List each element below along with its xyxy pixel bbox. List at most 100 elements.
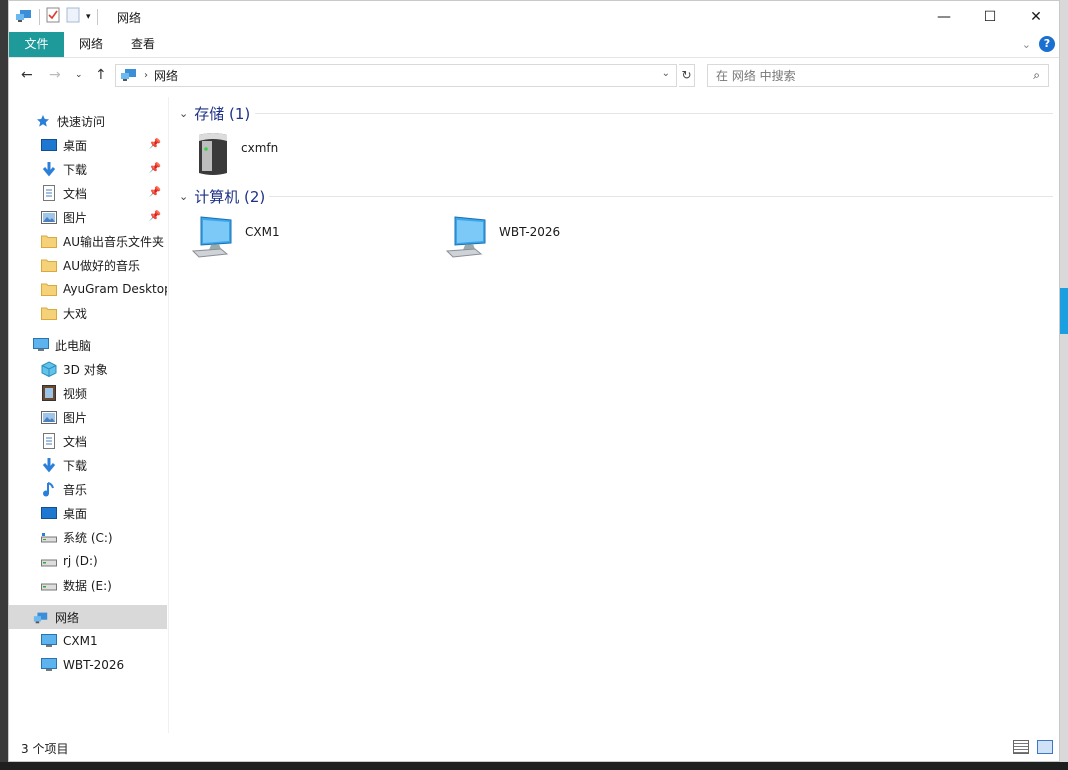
group-header-storage[interactable]: ⌄ 存储 (1): [179, 103, 250, 124]
nav-quick-folder-daxi[interactable]: 大戏: [9, 301, 167, 325]
forward-arrow-icon[interactable]: →: [49, 67, 61, 83]
tab-file[interactable]: 文件: [9, 32, 64, 57]
download-icon: [41, 161, 57, 177]
nav-pc-music[interactable]: 音乐: [9, 477, 167, 501]
nav-label: AyuGram Desktop: [63, 282, 167, 296]
nav-pc-drive-d[interactable]: rj (D:): [9, 549, 167, 573]
nav-label: WBT-2026: [63, 658, 125, 672]
status-bar: 3 个项目: [9, 735, 1059, 761]
music-icon: [41, 481, 57, 497]
star-icon: [35, 113, 51, 129]
nav-label: 文档: [63, 186, 88, 201]
nav-quick-access[interactable]: 快速访问: [9, 109, 167, 133]
nav-quick-folder-ayugram[interactable]: AyuGram Desktop: [9, 277, 167, 301]
large-icons-view-icon[interactable]: [1037, 740, 1053, 754]
search-icon[interactable]: ⌕: [1033, 68, 1040, 83]
nav-network[interactable]: 网络: [9, 605, 167, 629]
nav-pc-pictures[interactable]: 图片: [9, 405, 167, 429]
properties-icon[interactable]: [46, 7, 60, 26]
item-label: cxmfn: [241, 141, 279, 155]
item-label: WBT-2026: [499, 225, 561, 239]
drive-icon: [41, 577, 57, 593]
collapse-chevron-icon[interactable]: ⌄: [179, 107, 188, 120]
nav-quick-documents[interactable]: 文档 📌: [9, 181, 167, 205]
nav-label: 下载: [63, 458, 88, 473]
window-title: 网络: [117, 11, 142, 25]
nav-label: 桌面: [63, 506, 88, 521]
new-folder-icon[interactable]: [66, 7, 80, 26]
nav-network-wbt-2026[interactable]: WBT-2026: [9, 653, 167, 677]
nav-label: CXM1: [63, 634, 98, 648]
network-app-icon: [15, 7, 33, 26]
pin-icon[interactable]: 📌: [149, 139, 161, 150]
recent-locations-icon[interactable]: ⌄: [75, 70, 83, 80]
collapse-chevron-icon[interactable]: ⌄: [179, 190, 188, 203]
item-count: 3 个项目: [21, 741, 69, 756]
group-title: 存储 (1): [194, 105, 251, 123]
minimize-button[interactable]: —: [921, 1, 967, 32]
nav-quick-folder-au-done[interactable]: AU做好的音乐: [9, 253, 167, 277]
computer-icon: [41, 657, 57, 673]
computer-icon: [41, 633, 57, 649]
nav-quick-downloads[interactable]: 下载 📌: [9, 157, 167, 181]
customize-toolbar-icon[interactable]: ▾: [86, 12, 91, 22]
nav-pc-drive-e[interactable]: 数据 (E:): [9, 573, 167, 597]
details-view-icon[interactable]: [1013, 740, 1029, 754]
pin-icon[interactable]: 📌: [149, 211, 161, 222]
expand-ribbon-icon[interactable]: ⌄: [1022, 38, 1031, 51]
network-computer-icon: [191, 215, 237, 262]
up-arrow-icon[interactable]: ↑: [95, 67, 107, 83]
maximize-button[interactable]: ☐: [967, 1, 1013, 32]
this-pc-icon: [33, 337, 49, 353]
address-dropdown-icon[interactable]: ⌄: [662, 68, 670, 79]
picture-icon: [41, 409, 57, 425]
close-button[interactable]: ✕: [1013, 1, 1059, 32]
picture-icon: [41, 209, 57, 225]
network-item-wbt-2026[interactable]: WBT-2026: [445, 215, 560, 262]
nav-this-pc[interactable]: 此电脑: [9, 333, 167, 357]
3d-objects-icon: [41, 361, 57, 377]
breadcrumb-network[interactable]: 网络: [154, 67, 178, 84]
nav-label: 音乐: [63, 482, 88, 497]
help-icon[interactable]: ?: [1039, 36, 1055, 52]
desktop-background-right: [1060, 0, 1068, 770]
quick-access-toolbar: ▾: [15, 7, 98, 26]
nav-label: 图片: [63, 410, 88, 425]
refresh-icon[interactable]: ↻: [679, 64, 695, 87]
nav-pc-videos[interactable]: 视频: [9, 381, 167, 405]
back-arrow-icon[interactable]: ←: [21, 67, 33, 83]
nav-label: 3D 对象: [63, 362, 108, 377]
tab-view[interactable]: 查看: [121, 32, 165, 57]
nav-label: AU做好的音乐: [63, 258, 140, 273]
group-divider: [269, 196, 1053, 197]
network-item-cxm1[interactable]: CXM1: [191, 215, 280, 262]
group-title: 计算机 (2): [194, 188, 266, 206]
folder-icon: [41, 257, 57, 273]
nav-pc-downloads[interactable]: 下载: [9, 453, 167, 477]
explorer-window: ▾ 网络 — ☐ ✕ 文件 网络 查看 ⌄ ? ← → ⌄ ↑ › 网络 ⌄ ↻…: [8, 0, 1060, 762]
network-item-cxmfn[interactable]: cxmfn: [193, 131, 278, 180]
nav-label: 下载: [63, 162, 88, 177]
network-location-icon: [120, 67, 138, 85]
nav-pc-desktop[interactable]: 桌面: [9, 501, 167, 525]
nav-pc-3d-objects[interactable]: 3D 对象: [9, 357, 167, 381]
address-row: ← → ⌄ ↑ › 网络 ⌄ ↻ 在 网络 中搜索 ⌕: [9, 59, 1059, 91]
title-bar: ▾ 网络 — ☐ ✕: [9, 1, 1059, 32]
group-header-computers[interactable]: ⌄ 计算机 (2): [179, 186, 265, 207]
breadcrumb-chevron-icon[interactable]: ›: [144, 70, 148, 81]
nav-network-cxm1[interactable]: CXM1: [9, 629, 167, 653]
nav-pc-drive-c[interactable]: 系统 (C:): [9, 525, 167, 549]
nav-label: AU输出音乐文件夹: [63, 234, 164, 249]
search-placeholder: 在 网络 中搜索: [716, 69, 796, 83]
search-input[interactable]: 在 网络 中搜索 ⌕: [707, 64, 1049, 87]
nav-quick-desktop[interactable]: 桌面 📌: [9, 133, 167, 157]
tab-network[interactable]: 网络: [69, 32, 113, 57]
nav-label: 系统 (C:): [63, 530, 113, 545]
nav-quick-pictures[interactable]: 图片 📌: [9, 205, 167, 229]
nav-label: 数据 (E:): [63, 578, 112, 593]
pin-icon[interactable]: 📌: [149, 163, 161, 174]
address-bar[interactable]: › 网络 ⌄: [115, 64, 677, 87]
nav-quick-folder-au-output[interactable]: AU输出音乐文件夹: [9, 229, 167, 253]
pin-icon[interactable]: 📌: [149, 187, 161, 198]
nav-pc-documents[interactable]: 文档: [9, 429, 167, 453]
